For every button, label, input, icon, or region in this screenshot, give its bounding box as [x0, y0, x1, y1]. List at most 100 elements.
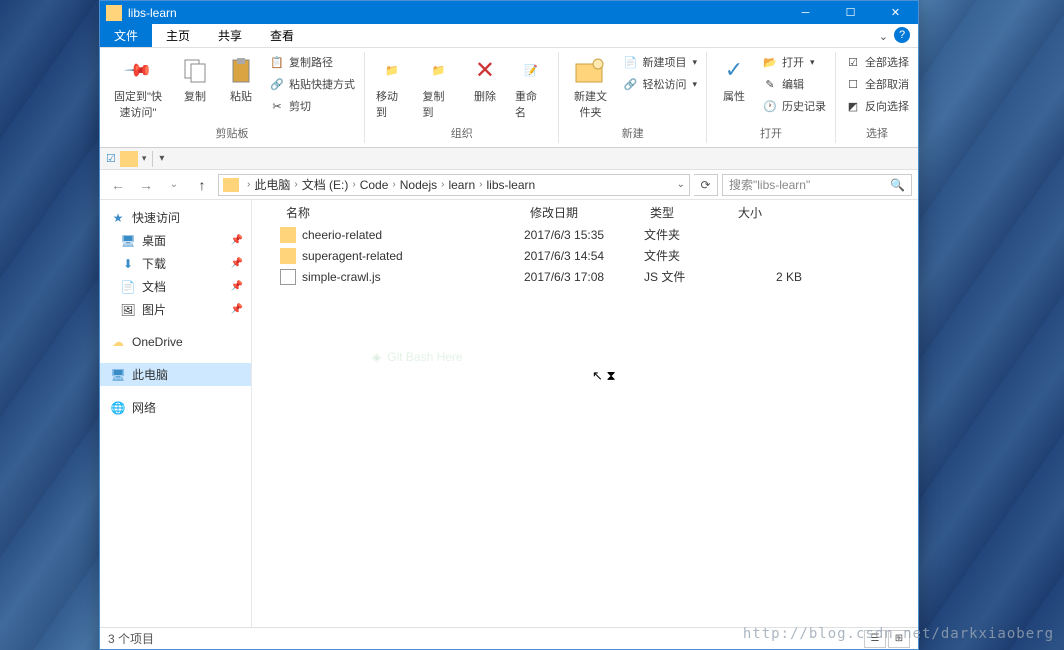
- cut-icon: ✂: [269, 98, 285, 114]
- titlebar: libs-learn ─ ☐ ✕: [100, 1, 918, 24]
- history-button[interactable]: 🕐历史记录: [758, 96, 830, 116]
- newitem-icon: 📄: [622, 54, 638, 70]
- onedrive-icon: ☁: [110, 334, 126, 350]
- paste-button[interactable]: 粘贴: [219, 52, 263, 106]
- paste-icon: [225, 54, 257, 86]
- easyaccess-icon: 🔗: [622, 76, 638, 92]
- star-icon: ★: [110, 210, 126, 226]
- new-item-button[interactable]: 📄新建项目▾: [618, 52, 701, 72]
- breadcrumb-item[interactable]: 文档 (E:): [302, 176, 349, 193]
- pin-icon: 📌: [231, 281, 243, 292]
- qat-folder-icon[interactable]: [120, 151, 138, 167]
- open-icon: 📂: [762, 54, 778, 70]
- breadcrumb-item[interactable]: 此电脑: [254, 176, 290, 193]
- qat-dropdown-icon[interactable]: ▾: [142, 153, 147, 164]
- nav-downloads[interactable]: ⬇下载📌: [100, 252, 251, 275]
- pc-icon: 🖥: [110, 367, 126, 383]
- search-input[interactable]: 搜索"libs-learn" 🔍: [722, 174, 912, 196]
- pin-icon: 📌: [231, 304, 243, 315]
- edit-icon: ✎: [762, 76, 778, 92]
- status-text: 3 个项目: [108, 630, 154, 647]
- close-button[interactable]: ✕: [873, 1, 918, 24]
- delete-icon: ✕: [469, 54, 501, 86]
- folder-icon: [106, 5, 122, 21]
- properties-icon: ✓: [718, 54, 750, 86]
- easy-access-button[interactable]: 🔗轻松访问▾: [618, 74, 701, 94]
- forward-button[interactable]: →: [134, 173, 158, 197]
- breadcrumb-item[interactable]: learn: [448, 178, 475, 192]
- copyto-icon: 📁: [423, 54, 455, 86]
- up-button[interactable]: ↑: [190, 173, 214, 197]
- select-none-button[interactable]: ☐全部取消: [841, 74, 913, 94]
- nav-this-pc[interactable]: 🖥此电脑: [100, 363, 251, 386]
- tab-home[interactable]: 主页: [152, 24, 204, 47]
- move-to-button[interactable]: 📁移动到: [370, 52, 414, 122]
- nav-pictures[interactable]: 🖼图片📌: [100, 298, 251, 321]
- edit-button[interactable]: ✎编辑: [758, 74, 830, 94]
- pictures-icon: 🖼: [120, 302, 136, 318]
- nav-desktop[interactable]: 🖥桌面📌: [100, 229, 251, 252]
- context-menu-hint: Git Bash Here: [372, 350, 463, 364]
- column-type[interactable]: 类型: [644, 204, 732, 221]
- window-title: libs-learn: [128, 6, 783, 20]
- breadcrumb[interactable]: › 此电脑› 文档 (E:)› Code› Nodejs› learn› lib…: [218, 174, 690, 196]
- breadcrumb-item[interactable]: Nodejs: [400, 178, 437, 192]
- copy-button[interactable]: 复制: [173, 52, 217, 106]
- file-row[interactable]: cheerio-related 2017/6/3 15:35 文件夹: [252, 224, 918, 245]
- copy-icon: [179, 54, 211, 86]
- desktop-icon: 🖥: [120, 233, 136, 249]
- ribbon: 📌 固定到"快速访问" 复制 粘贴 📋复制路径 🔗粘贴快捷方式 ✂剪切 剪贴板: [100, 48, 918, 148]
- column-date[interactable]: 修改日期: [524, 204, 644, 221]
- back-button[interactable]: ←: [106, 173, 130, 197]
- breadcrumb-item[interactable]: libs-learn: [486, 178, 535, 192]
- tab-share[interactable]: 共享: [204, 24, 256, 47]
- refresh-button[interactable]: ⟳: [694, 174, 718, 196]
- ribbon-group-new: 新建文件夹 📄新建项目▾ 🔗轻松访问▾ 新建: [559, 52, 707, 143]
- nav-network[interactable]: 🌐网络: [100, 396, 251, 419]
- window-controls: ─ ☐ ✕: [783, 1, 918, 24]
- cut-button[interactable]: ✂剪切: [265, 96, 359, 116]
- properties-button[interactable]: ✓属性: [712, 52, 756, 106]
- delete-button[interactable]: ✕删除: [463, 52, 507, 106]
- column-size[interactable]: 大小: [732, 204, 812, 221]
- nav-documents[interactable]: 📄文档📌: [100, 275, 251, 298]
- pin-icon: 📌: [123, 55, 154, 86]
- ribbon-collapse-icon[interactable]: ⌄: [879, 30, 888, 43]
- column-headers: 名称 修改日期 类型 大小: [252, 200, 918, 224]
- help-icon[interactable]: ?: [894, 27, 910, 43]
- history-icon: 🕐: [762, 98, 778, 114]
- file-row[interactable]: simple-crawl.js 2017/6/3 17:08 JS 文件 2 K…: [252, 266, 918, 287]
- tab-view[interactable]: 查看: [256, 24, 308, 47]
- ribbon-group-organize: 📁移动到 📁复制到 ✕删除 📝重命名 组织: [365, 52, 559, 143]
- breadcrumb-item[interactable]: Code: [360, 178, 389, 192]
- content-area: ★快速访问 🖥桌面📌 ⬇下载📌 📄文档📌 🖼图片📌 ☁OneDrive 🖥此电脑…: [100, 200, 918, 627]
- recent-locations-button[interactable]: ⌄: [162, 173, 186, 197]
- paste-shortcut-button[interactable]: 🔗粘贴快捷方式: [265, 74, 359, 94]
- chevron-down-icon[interactable]: ⌄: [677, 179, 685, 190]
- explorer-window: libs-learn ─ ☐ ✕ 文件 主页 共享 查看 ⌄ ? 📌 固定到"快…: [99, 0, 919, 650]
- invert-icon: ◩: [845, 98, 861, 114]
- nav-quick-access[interactable]: ★快速访问: [100, 206, 251, 229]
- copy-path-button[interactable]: 📋复制路径: [265, 52, 359, 72]
- move-icon: 📁: [376, 54, 408, 86]
- qat-overflow-icon[interactable]: ▾: [159, 153, 164, 164]
- maximize-button[interactable]: ☐: [828, 1, 873, 24]
- minimize-button[interactable]: ─: [783, 1, 828, 24]
- new-folder-button[interactable]: 新建文件夹: [564, 52, 616, 122]
- open-button[interactable]: 📂打开▾: [758, 52, 830, 72]
- invert-selection-button[interactable]: ◩反向选择: [841, 96, 913, 116]
- select-all-button[interactable]: ☑全部选择: [841, 52, 913, 72]
- selectall-icon: ☑: [845, 54, 861, 70]
- network-icon: 🌐: [110, 400, 126, 416]
- tab-file[interactable]: 文件: [100, 24, 152, 47]
- breadcrumb-folder-icon: [223, 178, 239, 192]
- copy-to-button[interactable]: 📁复制到: [416, 52, 460, 122]
- pin-to-quick-access-button[interactable]: 📌 固定到"快速访问": [105, 52, 171, 122]
- check-icon: ☑: [106, 152, 116, 165]
- nav-onedrive[interactable]: ☁OneDrive: [100, 331, 251, 353]
- js-file-icon: [280, 269, 296, 285]
- rename-button[interactable]: 📝重命名: [509, 52, 553, 122]
- column-name[interactable]: 名称: [280, 204, 524, 221]
- file-row[interactable]: superagent-related 2017/6/3 14:54 文件夹: [252, 245, 918, 266]
- address-bar-row: ← → ⌄ ↑ › 此电脑› 文档 (E:)› Code› Nodejs› le…: [100, 170, 918, 200]
